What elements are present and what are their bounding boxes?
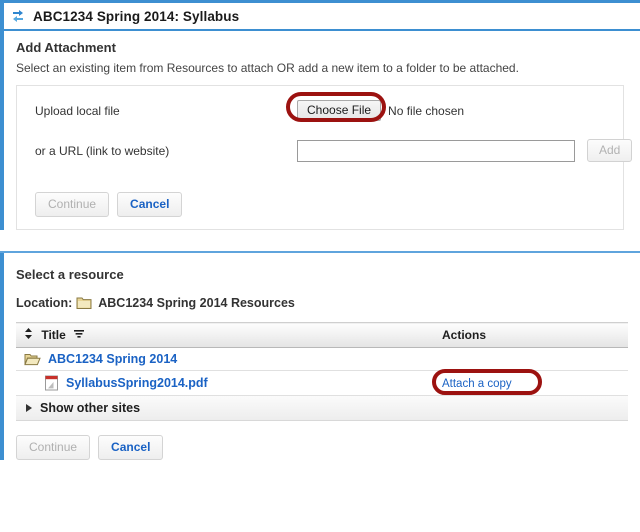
select-resource-button-row: Continue Cancel — [16, 421, 628, 460]
select-resource-heading: Select a resource — [16, 267, 124, 282]
cancel-button-top[interactable]: Cancel — [117, 192, 183, 217]
filter-funnel-icon[interactable] — [74, 329, 85, 339]
sync-arrows-icon — [13, 10, 23, 22]
continue-button-bottom[interactable]: Continue — [16, 435, 91, 460]
folder-open-icon — [24, 354, 41, 366]
chevron-right-icon[interactable] — [26, 404, 32, 412]
table-row[interactable]: ABC1234 Spring 2014 — [16, 347, 628, 371]
show-other-sites-label: Show other sites — [40, 401, 141, 415]
file-link-syllabus-pdf[interactable]: SyllabusSpring2014.pdf — [66, 376, 208, 390]
table-row[interactable]: SyllabusSpring2014.pdf Attach a copy — [16, 369, 628, 396]
continue-button-top[interactable]: Continue — [35, 192, 110, 217]
add-attachment-instructions: Select an existing item from Resources t… — [16, 61, 519, 75]
location-label: Location: — [16, 296, 73, 310]
resources-table: Title Actions ABC1234 Spring 2014 Syllab… — [16, 322, 628, 396]
upload-local-file-label: Upload local file — [35, 103, 120, 118]
add-url-button[interactable]: Add — [587, 139, 633, 162]
folder-link-abc1234[interactable]: ABC1234 Spring 2014 — [48, 352, 177, 366]
site-header: ABC1234 Spring 2014: Syllabus — [0, 3, 640, 31]
add-attachment-panel: Add Attachment Select an existing item f… — [0, 31, 640, 230]
row-title-cell: ABC1234 Spring 2014 — [16, 347, 412, 371]
select-resource-panel: Select a resource Location: ABC1234 Spri… — [0, 253, 640, 460]
column-header-actions: Actions — [412, 322, 628, 348]
add-attachment-heading: Add Attachment — [16, 40, 116, 55]
column-header-title[interactable]: Title — [16, 322, 412, 348]
choose-file-button[interactable]: Choose File — [297, 100, 382, 121]
file-chooser-group: Choose File No file chosen — [286, 92, 465, 122]
column-header-title-label: Title — [41, 328, 66, 342]
show-other-sites-toggle[interactable]: Show other sites — [16, 396, 628, 421]
add-attachment-button-row: Continue Cancel — [17, 180, 623, 217]
url-label: or a URL (link to website) — [35, 143, 170, 158]
pdf-file-icon — [45, 375, 58, 391]
upload-form-box: Upload local file Choose File No file ch… — [16, 85, 633, 230]
sort-updown-icon[interactable] — [24, 328, 33, 339]
no-file-chosen-text: No file chosen — [388, 103, 465, 118]
location-value: ABC1234 Spring 2014 Resources — [98, 296, 295, 310]
page-title: ABC1234 Spring 2014: Syllabus — [33, 8, 240, 24]
location-breadcrumb: Location: ABC1234 Spring 2014 Resources — [16, 296, 628, 310]
row-actions-cell: Attach a copy — [412, 369, 628, 396]
url-input[interactable] — [297, 139, 575, 162]
resources-table-header-row: Title Actions — [16, 322, 628, 348]
folder-icon — [76, 297, 92, 309]
url-row: or a URL (link to website) Add — [17, 139, 633, 162]
row-actions-cell — [412, 347, 628, 371]
attach-a-copy-link[interactable]: Attach a copy — [442, 378, 512, 390]
upload-local-file-row: Upload local file Choose File No file ch… — [17, 92, 623, 122]
row-title-cell: SyllabusSpring2014.pdf — [16, 370, 412, 396]
cancel-button-bottom[interactable]: Cancel — [98, 435, 164, 460]
